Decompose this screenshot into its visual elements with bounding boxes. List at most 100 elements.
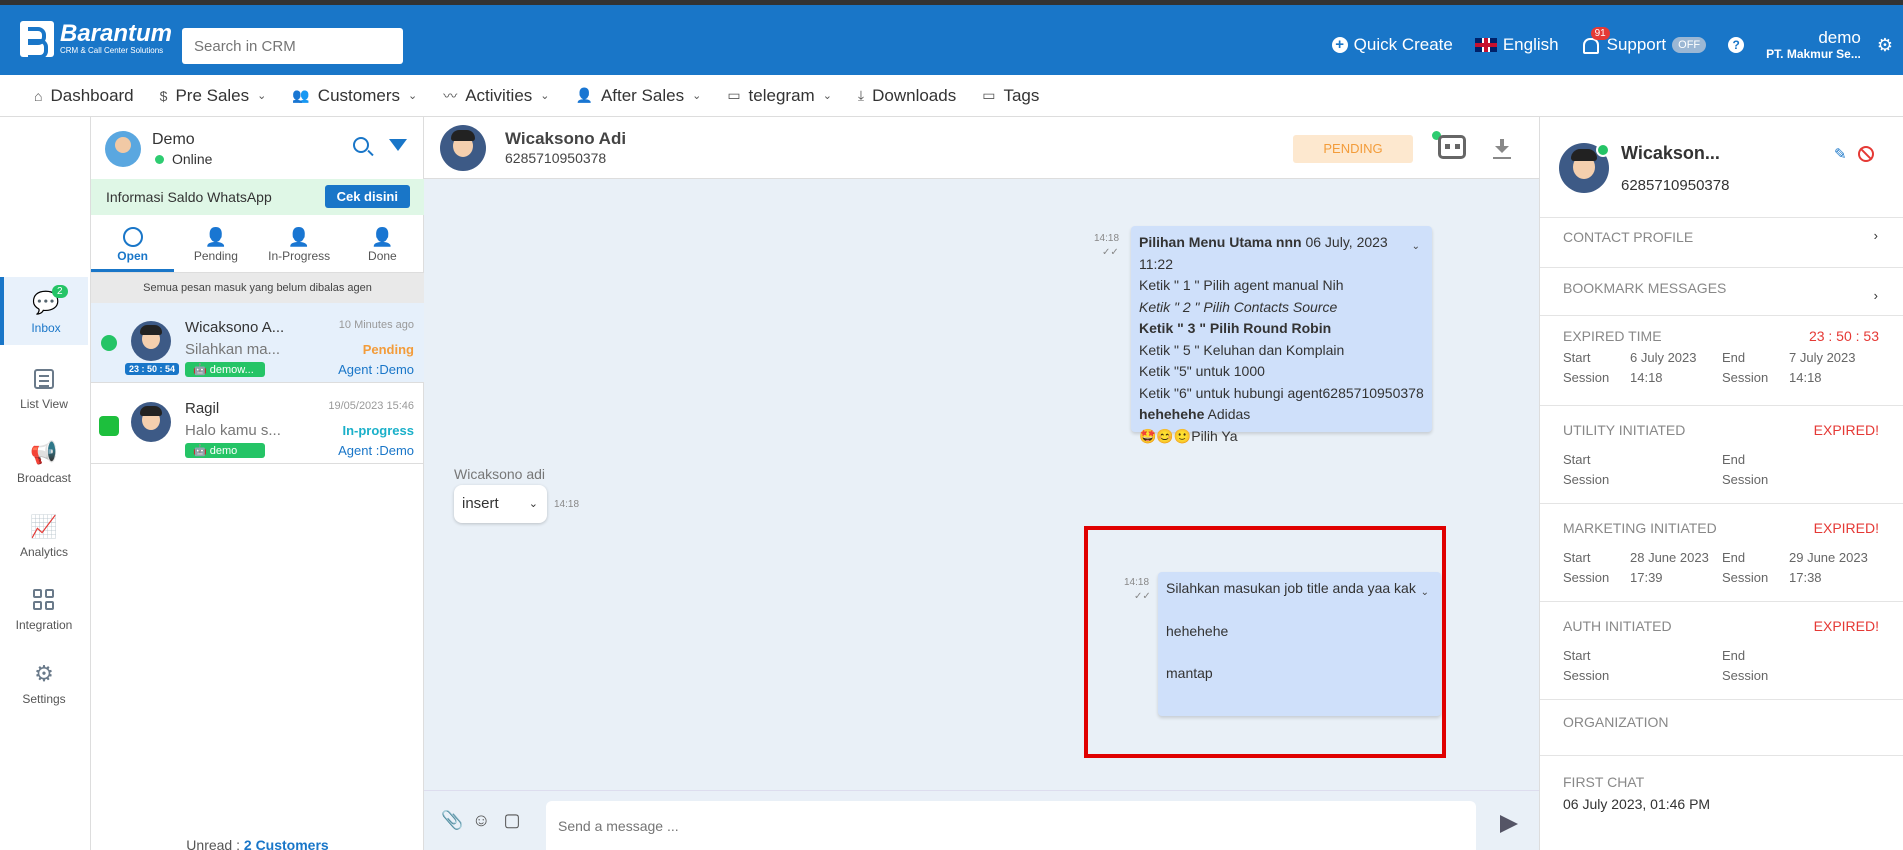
start-session-label: Start Session xyxy=(1563,550,1610,585)
nav-label: Dashboard xyxy=(50,85,134,105)
nav-telegram[interactable]: ▭ telegram ⌄ xyxy=(727,86,832,106)
status-tabs: Open 👤 Pending 👤 In-Progress 👤 Done xyxy=(91,215,424,273)
tag-label: demow... xyxy=(209,364,254,376)
bold-word: hehehehe xyxy=(1139,406,1205,422)
insert-dropdown[interactable]: insert ⌄ xyxy=(454,485,547,523)
top-bar: Barantum CRM & Call Center Solutions + Q… xyxy=(0,0,1903,75)
conversation-state: Pending xyxy=(362,342,414,357)
nav-downloads[interactable]: ⤓ Downloads xyxy=(858,86,956,106)
quick-create-button[interactable]: + Quick Create xyxy=(1331,35,1453,55)
unread-link[interactable]: 2 Customers xyxy=(244,837,329,850)
message-line: Ketik " 1 " Pilih agent manual Nih xyxy=(1139,277,1344,293)
rail-label: Broadcast xyxy=(16,471,72,485)
nav-after-sales[interactable]: 👤 After Sales ⌄ xyxy=(576,86,702,106)
paperclip-icon[interactable]: 📎 xyxy=(441,811,463,829)
bookmark-section[interactable]: BOOKMARK MESSAGES › xyxy=(1540,267,1903,315)
emoji-icon[interactable]: ☺ xyxy=(472,811,490,829)
rail-broadcast[interactable]: 📢 Broadcast xyxy=(0,433,88,493)
avatar[interactable] xyxy=(440,125,486,171)
user-menu[interactable]: demo PT. Makmur Se... xyxy=(1766,28,1861,62)
organization-section: ORGANIZATION xyxy=(1540,699,1903,755)
message-word: Pilih Ya xyxy=(1191,427,1238,444)
rail-label: Analytics xyxy=(19,545,69,559)
users-icon: 👥 xyxy=(292,87,310,103)
start-session-value: 28 June 2023 17:39 xyxy=(1630,550,1709,585)
rail-settings[interactable]: ⚙ Settings xyxy=(0,654,88,714)
support-toggle[interactable]: Support OFF xyxy=(1607,35,1707,55)
nav-label: Pre Sales xyxy=(175,85,250,105)
end-session-label: End Session xyxy=(1722,550,1769,585)
barantum-logo[interactable]: Barantum CRM & Call Center Solutions xyxy=(20,20,173,59)
logo-subtitle: CRM & Call Center Solutions xyxy=(60,46,164,55)
nav-dashboard[interactable]: ⌂ Dashboard xyxy=(34,86,134,106)
chevron-right-icon: › xyxy=(1873,288,1878,303)
whatsapp-icon xyxy=(101,335,117,351)
tab-label: Open xyxy=(117,249,148,263)
filter-icon[interactable] xyxy=(389,139,407,151)
tab-open[interactable]: Open xyxy=(91,215,175,272)
conversation-time: 10 Minutes ago xyxy=(338,319,414,331)
conversation-item[interactable]: 23 : 50 : 54 Wicaksono A... Silahkan ma.… xyxy=(91,303,424,383)
inbox-badge: 2 xyxy=(52,285,68,298)
user-arrow-icon: 👤 xyxy=(287,226,311,247)
tab-label: Done xyxy=(368,249,397,263)
agent-avatar[interactable] xyxy=(105,131,141,167)
notification-count: 91 xyxy=(1590,27,1610,40)
logo-title: Barantum xyxy=(60,20,173,47)
chat-panel: Wicaksono Adi 6285710950378 PENDING 14:1… xyxy=(424,117,1539,850)
rail-analytics[interactable]: 📈 Analytics xyxy=(0,507,88,567)
expired-label: EXPIRED! xyxy=(1813,520,1879,536)
utility-initiated-section: UTILITY INITIATED EXPIRED! Start Session… xyxy=(1540,405,1903,503)
end-session-value: 7 July 2023 14:18 xyxy=(1789,350,1856,385)
chat-bubble-icon: 💬 2 xyxy=(4,285,88,317)
unread-counter: Unread : 2 Customers xyxy=(91,837,424,850)
message-line: Ketik " 2 " Pilih Contacts Source xyxy=(1139,298,1338,315)
megaphone-icon: 📢 xyxy=(30,440,58,465)
plus-circle-icon: + xyxy=(1331,37,1348,53)
gear-icon[interactable]: ⚙ xyxy=(1877,35,1893,56)
whatsapp-icon xyxy=(1596,143,1610,157)
robot-icon[interactable] xyxy=(1438,135,1466,159)
sticker-icon[interactable]: ▢ xyxy=(503,811,521,829)
first-chat-section: FIRST CHAT 06 July 2023, 01:46 PM xyxy=(1540,755,1903,850)
nav-pre-sales[interactable]: $ Pre Sales ⌄ xyxy=(160,86,267,106)
rail-integration[interactable]: Integration xyxy=(0,580,88,640)
download-icon-base xyxy=(1493,157,1511,159)
send-icon[interactable] xyxy=(1500,815,1518,833)
expired-timer: 23 : 50 : 53 xyxy=(1808,328,1879,344)
contact-profile-section[interactable]: CONTACT PROFILE › xyxy=(1540,217,1903,267)
chevron-down-icon: ⌄ xyxy=(822,90,832,102)
message-input[interactable] xyxy=(546,801,1476,850)
grid-icon xyxy=(33,589,55,611)
message-bubble[interactable]: ⌄ Pilihan Menu Utama nnn 06 July, 2023 1… xyxy=(1131,226,1432,444)
tab-in-progress[interactable]: 👤 In-Progress xyxy=(258,215,341,272)
tab-pending[interactable]: 👤 Pending xyxy=(174,215,257,272)
rail-list-view[interactable]: List View xyxy=(0,359,88,419)
support-off-badge: OFF xyxy=(1672,37,1707,53)
search-icon[interactable] xyxy=(353,137,369,153)
nav-activities[interactable]: 〰 Activities ⌄ xyxy=(443,86,549,106)
nav-customers[interactable]: 👥 Customers ⌄ xyxy=(292,86,417,106)
auth-initiated-section: AUTH INITIATED EXPIRED! Start Session En… xyxy=(1540,601,1903,699)
rail-inbox[interactable]: 💬 2 Inbox xyxy=(0,277,88,345)
language-selector[interactable]: English xyxy=(1474,35,1559,55)
block-icon[interactable] xyxy=(1858,146,1874,162)
chevron-down-icon: ⌄ xyxy=(528,498,538,510)
agent-status[interactable]: Online xyxy=(155,151,212,167)
user-name: demo xyxy=(1818,28,1861,47)
nav-tags[interactable]: ▭ Tags xyxy=(982,86,1039,106)
section-title: CONTACT PROFILE xyxy=(1563,229,1694,245)
conversation-item[interactable]: Ragil Halo kamu s... 🤖 demo 19/05/2023 1… xyxy=(91,384,424,464)
notifications-button[interactable]: 91 xyxy=(1581,27,1610,54)
chevron-down-icon[interactable]: ⌄ xyxy=(1412,236,1420,258)
tab-done[interactable]: 👤 Done xyxy=(341,215,424,272)
download-icon[interactable] xyxy=(1495,139,1509,155)
conversation-list: Demo Online Informasi Saldo WhatsApp Cek… xyxy=(91,117,424,850)
avatar xyxy=(131,321,171,361)
crm-search-input[interactable] xyxy=(182,28,403,64)
section-title: BOOKMARK MESSAGES xyxy=(1563,280,1727,296)
check-balance-button[interactable]: Cek disini xyxy=(324,185,410,208)
help-button[interactable]: ? xyxy=(1728,37,1745,53)
edit-pencil-icon[interactable]: ✎ xyxy=(1834,145,1847,163)
status-badge[interactable]: PENDING xyxy=(1293,135,1413,163)
